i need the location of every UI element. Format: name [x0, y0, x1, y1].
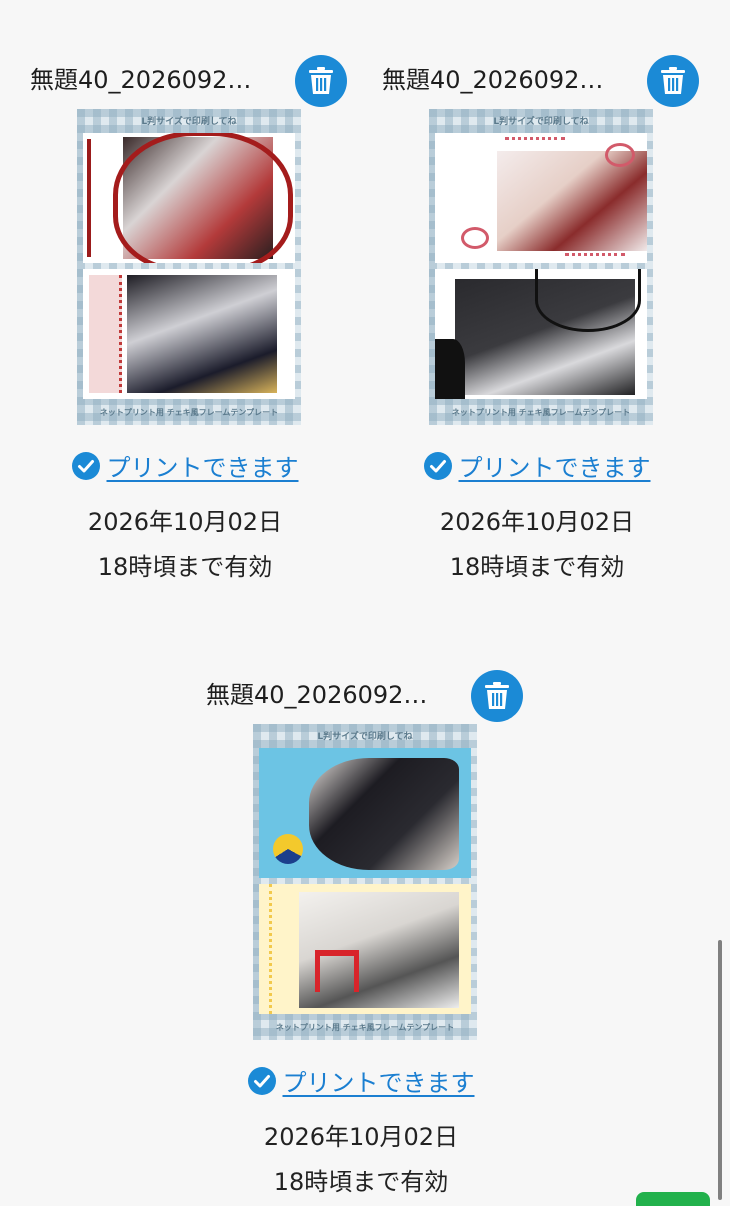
print-preview-thumbnail[interactable]: L判サイズで印刷してね ネットプリント用 チェキ風フレームテンプレート — [77, 109, 301, 425]
file-title[interactable]: 無題40_2026092… — [382, 65, 603, 95]
print-status: プリントできます — [377, 448, 697, 483]
print-item-card: 無題40_2026092… L判サイズで印刷してね ネットプリント用 チェキ風フ… — [377, 55, 699, 581]
cross-decoration — [505, 137, 565, 148]
print-status: プリントできます — [201, 1063, 521, 1098]
print-item-header: 無題40_2026092… — [25, 55, 347, 107]
cross-decoration — [565, 253, 625, 262]
delete-button[interactable] — [295, 55, 347, 107]
torii-decoration — [315, 950, 359, 992]
date-stamp-decoration — [87, 139, 113, 257]
thumbnail-header-text: L判サイズで印刷してね — [141, 117, 237, 127]
check-circle-icon — [247, 1066, 276, 1095]
volleyball-icon — [273, 834, 303, 864]
print-status: プリントできます — [25, 448, 345, 483]
thumbnail-footer-text: ネットプリント用 チェキ風フレームテンプレート — [99, 408, 279, 417]
print-item-header: 無題40_2026092… — [377, 55, 699, 107]
delete-button[interactable] — [647, 55, 699, 107]
expiry-date: 2026年10月02日 — [439, 508, 635, 536]
vertical-scrollbar[interactable] — [718, 940, 722, 1200]
heart-frame-decoration — [113, 133, 293, 263]
trash-icon — [309, 67, 333, 94]
heart-decoration — [605, 143, 635, 167]
file-title[interactable]: 無題40_2026092… — [30, 65, 251, 95]
check-circle-icon — [71, 451, 100, 480]
expiry-time: 18時頃まで有効 — [273, 1168, 449, 1196]
heart-decoration — [461, 227, 489, 249]
scallop-border-decoration — [259, 884, 272, 1014]
floating-action-tab[interactable] — [636, 1192, 710, 1206]
print-preview-thumbnail[interactable]: L判サイズで印刷してね ネットプリント用 チェキ風フレームテンプレート — [253, 724, 477, 1040]
photo-panel — [435, 133, 647, 263]
thumbnail-header-text: L判サイズで印刷してね — [317, 732, 413, 742]
photo-panel — [83, 133, 295, 263]
print-list-page: { "items": [ { "title": "無題40_2026092…",… — [0, 0, 730, 1206]
thumbnail-footer-text: ネットプリント用 チェキ風フレームテンプレート — [275, 1023, 455, 1032]
bow-decoration — [535, 269, 641, 332]
photo-panel — [435, 269, 647, 399]
birthday-text-decoration — [89, 275, 122, 393]
thumbnail-header-text: L判サイズで印刷してね — [493, 117, 589, 127]
photo-panel — [259, 748, 471, 878]
check-circle-icon — [423, 451, 452, 480]
photo-panel — [259, 884, 471, 1014]
printable-link[interactable]: プリントできます — [459, 448, 651, 483]
expiry-time: 18時頃まで有効 — [449, 553, 625, 581]
expiry-time: 18時頃まで有効 — [97, 553, 273, 581]
trash-icon — [661, 67, 685, 94]
printable-link[interactable]: プリントできます — [107, 448, 299, 483]
expiry-date: 2026年10月02日 — [263, 1123, 459, 1151]
thumbnail-footer-text: ネットプリント用 チェキ風フレームテンプレート — [451, 408, 631, 417]
printable-link[interactable]: プリントできます — [283, 1063, 475, 1098]
file-title[interactable]: 無題40_2026092… — [206, 680, 427, 710]
expiry-date: 2026年10月02日 — [87, 508, 283, 536]
cosplay-photo — [127, 275, 277, 393]
lace-decoration — [435, 339, 465, 399]
delete-button[interactable] — [471, 670, 523, 722]
cosplay-photo — [309, 758, 459, 870]
print-item-card: 無題40_2026092… L判サイズで印刷してね ネットプリント用 チェキ風フ… — [25, 55, 347, 581]
photo-panel — [83, 269, 295, 399]
print-item-header: 無題40_2026092… — [201, 670, 523, 722]
print-preview-thumbnail[interactable]: L判サイズで印刷してね ネットプリント用 チェキ風フレームテンプレート — [429, 109, 653, 425]
print-item-card: 無題40_2026092… L判サイズで印刷してね ネットプリント用 チェキ風フ… — [201, 670, 523, 1196]
trash-icon — [485, 682, 509, 709]
